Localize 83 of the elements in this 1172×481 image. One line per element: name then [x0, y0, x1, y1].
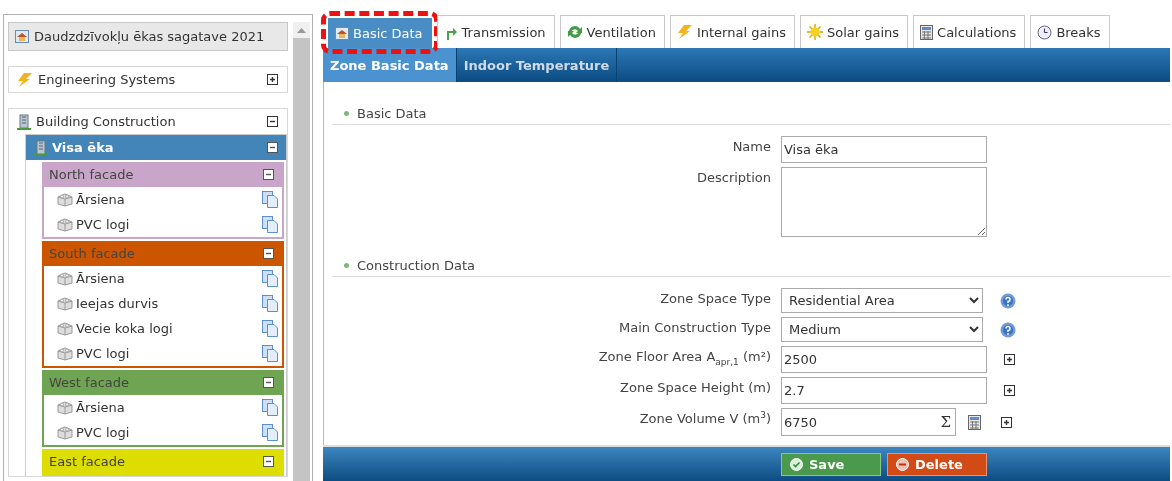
project-button[interactable]: Daudzdzīvokļu ēkas sagatave 2021 — [8, 22, 288, 51]
calculator-button[interactable] — [968, 414, 981, 430]
scroll-up-icon[interactable] — [297, 27, 306, 33]
field-label: Name — [731, 138, 771, 154]
house-icon — [335, 27, 349, 40]
copy-icon[interactable] — [262, 320, 278, 337]
field-label: Zone Volume V (m$^{3}$) — [638, 408, 771, 426]
tree-item[interactable]: PVC logi — [76, 346, 259, 361]
lightning-icon — [17, 71, 33, 88]
delete-button[interactable]: Delete — [887, 452, 987, 476]
text-field[interactable]: 2500 — [781, 346, 987, 373]
collapse-icon[interactable] — [263, 377, 274, 388]
tree-item[interactable]: Ārsiena — [76, 400, 259, 415]
collapse-icon[interactable] — [263, 248, 274, 259]
cube-icon — [57, 217, 73, 232]
text-field[interactable]: 2.7 — [781, 377, 987, 404]
expand-icon[interactable] — [1001, 416, 1012, 428]
help-icon[interactable] — [1000, 292, 1016, 309]
field-label: Zone Space Type — [659, 290, 771, 306]
lightning-icon — [676, 24, 693, 40]
copy-icon[interactable] — [262, 424, 278, 441]
section-title: Construction Data — [357, 258, 475, 273]
cube-icon — [57, 425, 73, 440]
check-icon — [790, 457, 803, 471]
cube-icon — [57, 346, 73, 361]
sum-button[interactable]: Σ — [936, 413, 955, 431]
collapse-icon[interactable] — [267, 142, 278, 153]
tab[interactable]: Ventilation — [559, 15, 665, 48]
panel-title[interactable]: Engineering Systems — [38, 72, 262, 87]
cube-icon — [57, 321, 73, 336]
cube-icon — [57, 296, 73, 311]
tab[interactable]: Breaks — [1030, 15, 1110, 48]
field-label: Zone Space Height (m) — [619, 379, 771, 395]
tree-item[interactable]: PVC logi — [76, 425, 259, 440]
scrollbar[interactable] — [293, 22, 310, 481]
panel-title[interactable]: Building Construction — [36, 114, 262, 129]
facade-header[interactable]: North facade — [44, 162, 282, 187]
dropdown[interactable]: Residential Area — [781, 288, 983, 313]
bullet-icon — [344, 263, 349, 268]
tree-item[interactable]: Vecie koka logi — [76, 321, 259, 336]
collapse-icon[interactable] — [267, 116, 278, 127]
minus-circle-icon — [896, 457, 909, 471]
expand-icon[interactable] — [1004, 385, 1015, 396]
tab[interactable]: Calculations — [913, 15, 1026, 48]
tree-item[interactable]: Ārsiena — [76, 192, 259, 207]
calculator-icon — [920, 24, 934, 40]
dropdown[interactable]: Medium — [781, 317, 983, 342]
expand-icon[interactable] — [267, 74, 278, 85]
cube-icon — [57, 271, 73, 286]
copy-icon[interactable] — [262, 399, 278, 416]
field-label: Main Construction Type — [618, 319, 771, 335]
building-icon — [34, 139, 48, 156]
house-icon — [15, 30, 29, 43]
bullet-icon — [344, 111, 349, 116]
copy-icon[interactable] — [262, 191, 278, 208]
copy-icon[interactable] — [262, 216, 278, 233]
copy-icon[interactable] — [262, 345, 278, 362]
tree-item[interactable]: Ieejas durvis — [76, 296, 259, 311]
clock-icon — [1037, 24, 1053, 40]
tree-item[interactable]: PVC logi — [76, 217, 259, 232]
input-field[interactable]: 6750 Σ — [781, 408, 956, 436]
cube-icon — [57, 192, 73, 207]
copy-icon[interactable] — [262, 270, 278, 287]
help-icon[interactable] — [1000, 321, 1016, 338]
building-icon — [17, 113, 31, 130]
recycle-arrows-icon — [566, 24, 583, 40]
collapse-icon[interactable] — [263, 456, 274, 467]
section-title: Basic Data — [357, 106, 427, 121]
subtab[interactable]: Indoor Temperature — [456, 48, 618, 82]
tree-item[interactable]: Ārsiena — [76, 271, 259, 286]
text-field[interactable]: Visa ēka — [781, 136, 987, 163]
tab[interactable]: Basic Data — [328, 18, 432, 48]
zone-header[interactable]: Visa ēka — [26, 135, 286, 160]
tab[interactable]: Solar gains — [799, 15, 909, 48]
field-label: Description — [695, 169, 771, 185]
tab[interactable]: Transmission — [436, 15, 555, 48]
sun-icon — [806, 24, 823, 40]
expand-icon[interactable] — [1004, 354, 1015, 365]
facade-header[interactable]: East facade — [44, 449, 282, 474]
tab[interactable]: Internal gains — [669, 15, 795, 48]
cube-icon — [57, 400, 73, 415]
copy-icon[interactable] — [262, 295, 278, 312]
collapse-icon[interactable] — [263, 169, 274, 180]
